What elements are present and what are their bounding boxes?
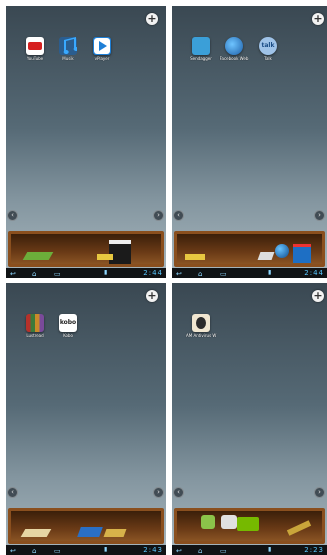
book-icon[interactable]	[103, 529, 127, 537]
recent-apps-icon[interactable]: ▭	[54, 546, 61, 555]
add-widget-button[interactable]: +	[312, 290, 324, 302]
home-screen-3: + Lustread kobo Kobo ‹ › ↩ ⌂ ▭ ▮ 2:43	[6, 283, 166, 555]
system-bar: ↩ ⌂ ▭ ▮ 2:44	[6, 268, 166, 278]
app-label: Musik	[62, 56, 74, 61]
android-icon[interactable]	[201, 515, 215, 529]
clock: 2:43	[143, 546, 163, 554]
app-label: YouTube	[26, 56, 44, 61]
kobo-icon: kobo	[59, 314, 77, 332]
recent-apps-icon[interactable]: ▭	[54, 269, 61, 278]
antivirus-icon	[192, 314, 210, 332]
app-label: vPlayer	[94, 56, 110, 61]
home-screen-2: + Sendagger Facebook Web talk Talk ‹ › ↩…	[172, 6, 327, 278]
book-icon[interactable]	[77, 527, 103, 537]
paper-icon[interactable]	[257, 252, 275, 260]
app-music[interactable]: Musik	[53, 37, 83, 61]
add-widget-button[interactable]: +	[312, 13, 324, 25]
add-widget-button[interactable]: +	[146, 13, 158, 25]
app-label: Facebook Web	[219, 56, 249, 61]
battery-icon: ▮	[268, 546, 272, 553]
home-screen-1: + YouTube Musik vPlayer ‹ › ↩ ⌂ ▭ ▮ 2:44	[6, 6, 166, 278]
app-youtube[interactable]: YouTube	[20, 37, 50, 61]
bookshelf-dock	[174, 508, 325, 544]
globe-icon[interactable]	[275, 244, 289, 258]
app-lustread[interactable]: Lustread	[20, 314, 50, 338]
bookshelf-dock	[8, 508, 164, 544]
home-icon[interactable]: ⌂	[32, 546, 36, 555]
app-sendagger[interactable]: Sendagger	[186, 37, 216, 61]
app-vplayer[interactable]: vPlayer	[87, 37, 117, 61]
recent-apps-icon[interactable]: ▭	[220, 546, 227, 555]
back-icon[interactable]: ↩	[10, 269, 16, 278]
bookshelf-dock	[8, 231, 164, 267]
back-icon[interactable]: ↩	[176, 269, 182, 278]
next-screen-button[interactable]: ›	[314, 210, 325, 221]
app-facebook-web[interactable]: Facebook Web	[219, 37, 249, 61]
battery-icon: ▮	[104, 546, 108, 553]
talk-icon: talk	[259, 37, 277, 55]
next-screen-button[interactable]: ›	[314, 487, 325, 498]
nvidia-icon[interactable]	[237, 517, 259, 531]
system-bar: ↩ ⌂ ▭ ▮ 2:43	[6, 545, 166, 555]
system-bar: ↩ ⌂ ▭ ▮ 2:44	[172, 268, 327, 278]
magnet-icon[interactable]	[221, 515, 237, 529]
previous-screen-button[interactable]: ‹	[173, 487, 184, 498]
clapperboard-icon[interactable]	[109, 240, 131, 264]
photo-icon[interactable]	[97, 254, 113, 260]
home-icon[interactable]: ⌂	[198, 269, 202, 278]
previous-screen-button[interactable]: ‹	[7, 210, 18, 221]
home-screen-4: + AM Antivirus W ‹ › Magnet Programme ↩ …	[172, 283, 327, 555]
previous-screen-button[interactable]: ‹	[173, 210, 184, 221]
app-label: Lustread	[26, 333, 44, 338]
add-widget-button[interactable]: +	[146, 290, 158, 302]
app-talk[interactable]: talk Talk	[253, 37, 283, 61]
photo-icon[interactable]	[185, 254, 205, 260]
app-antivirus[interactable]: AM Antivirus W	[186, 314, 216, 338]
system-bar: ↩ ⌂ ▭ ▮ 2:23	[172, 545, 327, 555]
clock: 2:23	[304, 546, 324, 554]
battery-icon: ▮	[268, 269, 272, 276]
app-kobo[interactable]: kobo Kobo	[53, 314, 83, 338]
app-label: AM Antivirus W	[186, 333, 217, 338]
app-label: Kobo	[63, 333, 73, 338]
app-label: Talk	[264, 56, 272, 61]
youtube-icon	[26, 37, 44, 55]
home-icon[interactable]: ⌂	[198, 546, 202, 555]
app-label: Sendagger	[190, 56, 212, 61]
next-screen-button[interactable]: ›	[153, 487, 164, 498]
sendagger-icon	[192, 37, 210, 55]
book-stack-icon[interactable]	[22, 252, 54, 260]
clock: 2:44	[143, 269, 163, 277]
clock: 2:44	[304, 269, 324, 277]
facebook-web-icon	[225, 37, 243, 55]
books-icon	[26, 314, 44, 332]
gift-icon[interactable]	[293, 244, 311, 263]
bookshelf-dock	[174, 231, 325, 267]
back-icon[interactable]: ↩	[10, 546, 16, 555]
recent-apps-icon[interactable]: ▭	[220, 269, 227, 278]
music-icon	[59, 37, 79, 55]
notepad-icon[interactable]	[20, 529, 52, 537]
battery-icon: ▮	[104, 269, 108, 276]
previous-screen-button[interactable]: ‹	[7, 487, 18, 498]
next-screen-button[interactable]: ›	[153, 210, 164, 221]
back-icon[interactable]: ↩	[176, 546, 182, 555]
home-icon[interactable]: ⌂	[32, 269, 36, 278]
play-icon	[93, 37, 111, 55]
